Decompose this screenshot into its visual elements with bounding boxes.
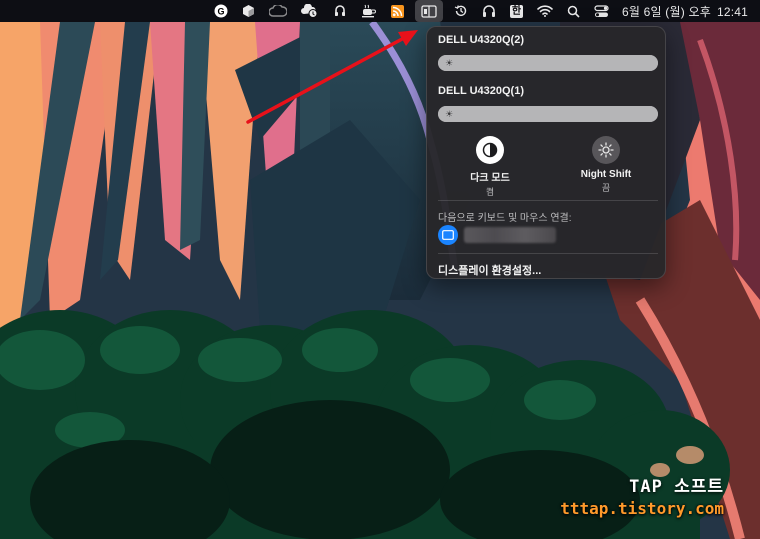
headphones-icon[interactable] xyxy=(482,0,496,22)
menu-bar-clock[interactable]: 6월 6일 (월) 오후 12:41 xyxy=(622,3,748,20)
brightness-slider-display-2[interactable]: ☀ xyxy=(438,55,658,71)
ipad-device-icon xyxy=(438,225,458,245)
watermark-url: tttap.tistory.com xyxy=(560,499,724,518)
dark-mode-state: 켬 xyxy=(485,187,495,197)
linked-device-item[interactable] xyxy=(438,224,556,246)
night-shift-toggle[interactable]: Night Shift 끔 xyxy=(561,136,651,194)
clock-date: 6월 6일 (월) 오후 xyxy=(622,4,711,19)
rss-feed-icon[interactable] xyxy=(390,0,404,22)
coffee-cup-icon[interactable] xyxy=(361,0,377,22)
dark-mode-label: 다크 모드 xyxy=(470,173,510,184)
airpods-icon[interactable] xyxy=(333,0,347,22)
display-preferences-link[interactable]: 디스플레이 환경설정... xyxy=(438,262,541,278)
input-source-icon[interactable]: 한 xyxy=(509,0,524,22)
brightness-fill xyxy=(438,55,658,71)
panel-divider xyxy=(438,200,658,201)
brightness-fill xyxy=(438,106,658,122)
display-menu-panel: DELL U4320Q(2) ☀ DELL U4320Q(1) ☀ 다크 모드 … xyxy=(426,26,666,279)
wifi-icon[interactable] xyxy=(537,0,553,22)
app-g-icon[interactable]: G xyxy=(214,0,228,22)
svg-text:G: G xyxy=(217,7,224,17)
display-name-1: DELL U4320Q(1) xyxy=(438,85,524,97)
watermark: TAP 소프트 tttap.tistory.com xyxy=(560,472,724,518)
cloud-sync-icon[interactable] xyxy=(300,0,319,22)
dark-mode-icon xyxy=(476,136,504,164)
watermark-brand: TAP 소프트 xyxy=(629,477,724,497)
brightness-sun-icon: ☀ xyxy=(445,58,454,68)
dark-mode-toggle[interactable]: 다크 모드 켬 xyxy=(445,136,535,198)
clock-time: 12:41 xyxy=(716,4,748,19)
panel-divider xyxy=(438,253,658,254)
menu-bar: G 한 6월 6일 (월) 오후 12:41 xyxy=(0,0,760,22)
night-shift-sun-icon xyxy=(592,136,620,164)
keyboard-mouse-link-label: 다음으로 키보드 및 마우스 연결: xyxy=(438,213,572,224)
display-menu-icon[interactable] xyxy=(414,0,443,22)
night-shift-state: 끔 xyxy=(601,183,611,193)
control-center-icon[interactable] xyxy=(594,0,609,22)
time-machine-icon[interactable] xyxy=(454,0,468,22)
night-shift-label: Night Shift xyxy=(580,169,632,180)
spotlight-search-icon[interactable] xyxy=(567,0,580,22)
device-name-redacted xyxy=(464,227,556,243)
display-name-2: DELL U4320Q(2) xyxy=(438,34,524,46)
brightness-sun-icon: ☀ xyxy=(445,109,454,119)
package-box-icon[interactable] xyxy=(242,0,255,22)
creative-cloud-icon[interactable] xyxy=(268,0,287,22)
brightness-slider-display-1[interactable]: ☀ xyxy=(438,106,658,122)
